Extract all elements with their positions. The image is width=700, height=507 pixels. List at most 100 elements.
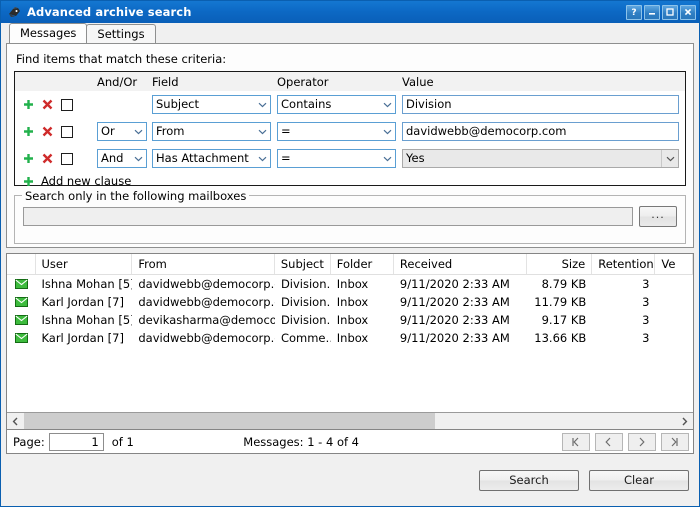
results-header-from[interactable]: From [132, 254, 274, 274]
browse-mailboxes-button[interactable]: ... [639, 206, 677, 227]
pager-bar: Page: 1 of 1 Messages: 1 - 4 of 4 [6, 430, 694, 454]
chevron-down-icon [661, 150, 678, 167]
scrollbar-track[interactable] [24, 413, 676, 429]
field-combo-value: Has Attachment [156, 150, 254, 167]
andor-combo[interactable]: Or [97, 122, 147, 141]
results-header-user[interactable]: User [36, 254, 133, 274]
row-checkbox[interactable] [61, 153, 73, 165]
add-new-clause-label: Add new clause [41, 174, 131, 188]
results-header-subject[interactable]: Subject [275, 254, 331, 274]
row-checkbox[interactable] [61, 99, 73, 111]
criteria-header-andor: And/Or [15, 75, 152, 89]
previous-page-button[interactable] [595, 433, 623, 451]
add-new-clause-row[interactable]: Add new clause [15, 172, 685, 190]
criteria-row: Or From = [15, 118, 685, 145]
window-title: Advanced archive search [27, 5, 626, 19]
value-input[interactable]: Division [402, 95, 679, 114]
page-input[interactable]: 1 [49, 433, 104, 451]
value-input-text: Division [406, 96, 452, 113]
field-combo[interactable]: Has Attachment [152, 149, 271, 168]
cell-retention: 3 [592, 311, 655, 329]
remove-row-icon[interactable] [42, 126, 53, 137]
operator-combo[interactable]: Contains [277, 95, 396, 114]
criteria-grid: And/Or Field Operator Value [14, 71, 686, 186]
row-checkbox[interactable] [61, 126, 73, 138]
cell-subject: Division… [275, 293, 331, 311]
add-row-icon[interactable] [23, 153, 34, 164]
chevron-down-icon [130, 129, 146, 135]
andor-combo-value: And [101, 150, 130, 167]
results-header-received[interactable]: Received [394, 254, 527, 274]
table-row[interactable]: Karl Jordan [7] davidwebb@democorp.com D… [7, 293, 693, 311]
chevron-down-icon [379, 156, 395, 162]
value-input[interactable]: davidwebb@democorp.com [402, 122, 679, 141]
cell-folder: Inbox [331, 311, 394, 329]
add-row-icon[interactable] [23, 99, 34, 110]
tab-messages[interactable]: Messages [9, 23, 87, 43]
cell-from: davidwebb@democorp.com [132, 275, 275, 293]
field-combo-value: Subject [156, 96, 254, 113]
cell-folder: Inbox [331, 275, 394, 293]
results-header-retention[interactable]: Retention [592, 254, 655, 274]
scrollbar-thumb[interactable] [24, 413, 435, 429]
field-combo[interactable]: From [152, 122, 271, 141]
help-button[interactable]: ? [626, 5, 642, 20]
mail-icon [7, 279, 35, 289]
search-button[interactable]: Search [479, 470, 579, 491]
results-header-version[interactable]: Ve [655, 254, 693, 274]
criteria-row: Subject Contains [15, 91, 685, 118]
results-header-size[interactable]: Size [527, 254, 592, 274]
cell-subject: Comme… [275, 329, 331, 347]
value-combo[interactable]: Yes [402, 149, 679, 168]
table-row[interactable]: Ishna Mohan [5] devikasharma@democorp.co… [7, 311, 693, 329]
clear-button[interactable]: Clear [589, 470, 689, 491]
field-combo[interactable]: Subject [152, 95, 271, 114]
maximize-button[interactable] [662, 5, 678, 20]
remove-row-icon[interactable] [42, 99, 53, 110]
criteria-header-row: And/Or Field Operator Value [15, 72, 685, 91]
mailboxes-input[interactable] [23, 207, 633, 226]
tab-settings-label: Settings [97, 27, 144, 41]
cell-from: devikasharma@democorp.com [132, 311, 275, 329]
mail-icon [7, 333, 35, 343]
next-page-button[interactable] [628, 433, 656, 451]
criteria-value-cell: Division [402, 95, 685, 114]
horizontal-scrollbar[interactable] [7, 412, 693, 429]
close-button[interactable] [680, 5, 696, 20]
results-header-folder[interactable]: Folder [331, 254, 394, 274]
scroll-left-icon[interactable] [7, 413, 24, 429]
chevron-down-icon [254, 156, 270, 162]
add-row-icon[interactable] [23, 126, 34, 137]
results-header: User From Subject Folder Received Size R… [7, 254, 693, 275]
criteria-operator-cell: = [277, 149, 402, 168]
operator-combo-value: Contains [281, 96, 379, 113]
operator-combo-value: = [281, 150, 379, 167]
tab-settings[interactable]: Settings [86, 24, 155, 43]
archive-search-icon [6, 4, 22, 20]
remove-row-icon[interactable] [42, 153, 53, 164]
cell-user: Karl Jordan [7] [35, 329, 132, 347]
value-combo-value: Yes [406, 150, 661, 167]
scroll-right-icon[interactable] [676, 413, 693, 429]
criteria-value-cell: davidwebb@democorp.com [402, 122, 685, 141]
first-page-button[interactable] [562, 433, 590, 451]
cell-from: davidwebb@democorp.com [132, 293, 275, 311]
mailboxes-group: Search only in the following mailboxes .… [14, 195, 686, 244]
table-row[interactable]: Ishna Mohan [5] davidwebb@democorp.com D… [7, 275, 693, 293]
criteria-andor-cell: And [97, 149, 152, 168]
criteria-header-value: Value [402, 75, 685, 89]
operator-combo[interactable]: = [277, 149, 396, 168]
last-page-button[interactable] [661, 433, 689, 451]
table-row[interactable]: Karl Jordan [7] davidwebb@democorp.com C… [7, 329, 693, 347]
cell-received: 9/11/2020 2:33 AM [394, 275, 527, 293]
mail-icon [7, 315, 35, 325]
chevron-down-icon [379, 102, 395, 108]
minimize-button[interactable] [644, 5, 660, 20]
operator-combo[interactable]: = [277, 122, 396, 141]
cell-folder: Inbox [331, 329, 394, 347]
results-header-icon[interactable] [7, 254, 36, 274]
cell-subject: Division… [275, 275, 331, 293]
criteria-row-actions [15, 126, 97, 138]
field-combo-value: From [156, 123, 254, 140]
andor-combo[interactable]: And [97, 149, 147, 168]
